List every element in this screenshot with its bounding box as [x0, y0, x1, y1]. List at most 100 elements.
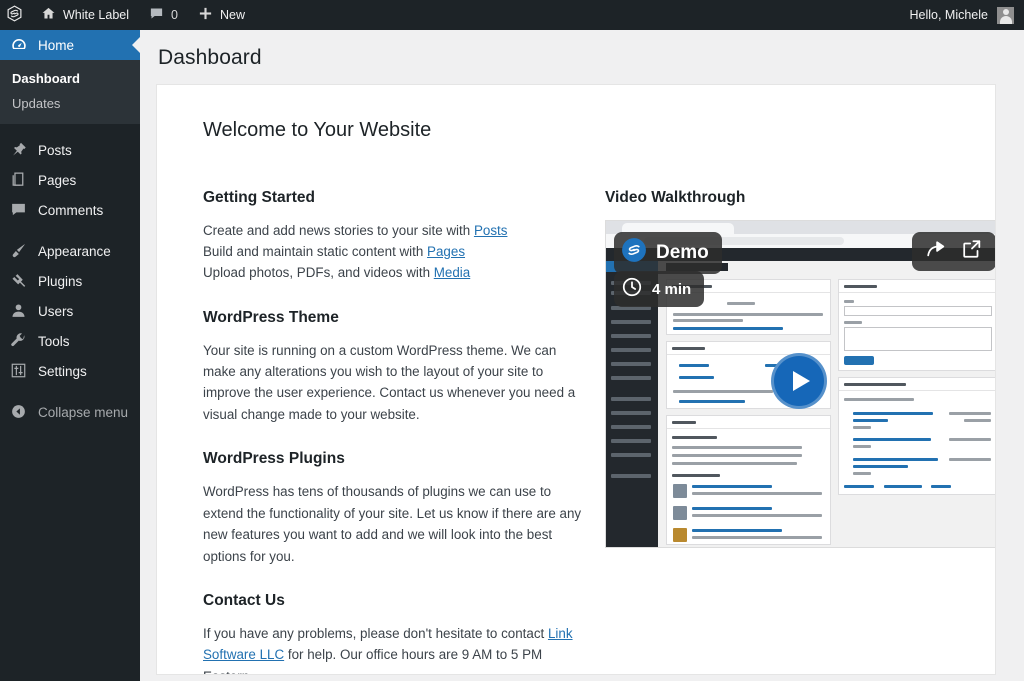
- video-thumb-text: [692, 514, 822, 517]
- video-thumb-text: [949, 412, 991, 415]
- sliders-icon: [10, 362, 28, 380]
- video-thumb-sidebar-row: [611, 439, 651, 443]
- video-thumb-sidebar-row: [611, 320, 651, 324]
- getting-started-line: Create and add news stories to your site…: [203, 220, 583, 241]
- account-menu-button[interactable]: Hello, Michele: [899, 0, 1024, 30]
- sidebar-item-label: Users: [38, 303, 74, 319]
- video-thumb-text: [679, 400, 745, 403]
- sidebar-item-comments[interactable]: Comments: [0, 195, 140, 225]
- main-content: Dashboard Welcome to Your Website Gettin…: [140, 30, 1024, 681]
- welcome-heading: Welcome to Your Website: [203, 119, 432, 141]
- video-thumb-text: [844, 285, 877, 288]
- pages-link[interactable]: Pages: [427, 244, 465, 259]
- video-thumb-text: [672, 347, 705, 350]
- contact-body: If you have any problems, please don't h…: [203, 623, 583, 674]
- video-thumb-sidebar-row: [611, 362, 651, 366]
- sidebar-separator: [0, 225, 140, 236]
- video-thumb-text: [673, 390, 773, 393]
- sidebar-separator: [0, 124, 140, 135]
- video-thumb-text: [844, 300, 854, 303]
- sidebar-submenu-home: Dashboard Updates: [0, 60, 140, 124]
- video-duration-label: 4 min: [652, 280, 692, 298]
- video-thumb-text: [692, 536, 822, 539]
- sidebar-item-tools[interactable]: Tools: [0, 326, 140, 356]
- new-content-label: New: [219, 8, 245, 22]
- video-thumb-text: [692, 507, 772, 510]
- home-icon: [41, 6, 56, 24]
- comment-bubble-icon: [149, 6, 164, 24]
- video-walkthrough-heading: Video Walkthrough: [605, 189, 746, 206]
- video-thumb-text: [853, 445, 871, 448]
- new-content-button[interactable]: New: [188, 0, 255, 30]
- plugins-heading: WordPress Plugins: [203, 450, 345, 468]
- video-thumb-text: [692, 492, 822, 495]
- sidebar-item-plugins[interactable]: Plugins: [0, 266, 140, 296]
- video-thumb-avatar: [673, 506, 687, 520]
- video-thumb-sidebar-row: [611, 411, 651, 415]
- video-thumb-text: [853, 419, 888, 422]
- video-thumb-text: [727, 302, 755, 305]
- sidebar-item-pages[interactable]: Pages: [0, 165, 140, 195]
- video-duration-badge: 4 min: [614, 271, 705, 307]
- video-thumb-text: [844, 485, 874, 488]
- paintbrush-icon: [10, 242, 28, 260]
- video-thumb-text: [853, 412, 933, 415]
- sidebar-item-label: Appearance: [38, 243, 111, 259]
- page-title: Dashboard: [158, 46, 262, 69]
- user-avatar-icon: [997, 6, 1014, 24]
- line-text: Create and add news stories to your site…: [203, 223, 474, 238]
- left-column: Getting Started Create and add news stor…: [203, 189, 583, 674]
- sidebar-item-home[interactable]: Home: [0, 30, 140, 60]
- video-thumb-sidebar-row: [611, 474, 651, 478]
- clock-icon: [621, 276, 643, 302]
- video-thumb-text: [844, 383, 906, 386]
- share-arrow-icon[interactable]: [925, 238, 947, 265]
- video-actions-bar: [912, 232, 995, 271]
- video-thumb-text: [672, 421, 696, 424]
- video-thumb-text: [949, 438, 991, 441]
- video-thumb-text: [853, 465, 908, 468]
- pin-icon: [10, 141, 28, 159]
- site-name-button[interactable]: White Label: [31, 0, 139, 30]
- video-thumb-sidebar-row: [611, 453, 651, 457]
- wordpress-logo-button[interactable]: [0, 0, 31, 30]
- video-thumb-text: [672, 454, 802, 457]
- sidebar-subitem-updates[interactable]: Updates: [0, 91, 140, 116]
- video-thumb-text: [673, 327, 783, 330]
- dashboard-card: Welcome to Your Website Getting Started …: [156, 84, 996, 675]
- sidebar-item-appearance[interactable]: Appearance: [0, 236, 140, 266]
- dashboard-gauge-icon: [10, 36, 28, 54]
- sidebar-separator: [0, 386, 140, 397]
- sidebar-item-label: Home: [38, 37, 75, 53]
- video-thumb-text: [884, 485, 922, 488]
- video-player[interactable]: Demo 4 min: [605, 220, 995, 548]
- video-thumb-avatar: [673, 528, 687, 542]
- collapse-menu-button[interactable]: Collapse menu: [0, 397, 140, 427]
- theme-heading: WordPress Theme: [203, 308, 339, 326]
- video-thumb-text: [931, 485, 951, 488]
- posts-link[interactable]: Posts: [474, 223, 508, 238]
- video-thumb-panel-quick-draft: [838, 279, 995, 371]
- video-thumb-text: [949, 458, 991, 461]
- sidebar-item-label: Comments: [38, 202, 104, 218]
- video-thumb-sidebar-row: [611, 397, 651, 401]
- comment-bubble-icon: [10, 201, 28, 219]
- comments-count: 0: [171, 8, 178, 22]
- sidebar-item-users[interactable]: Users: [0, 296, 140, 326]
- video-thumb-text: [672, 446, 802, 449]
- sidebar-item-posts[interactable]: Posts: [0, 135, 140, 165]
- video-thumb-text: [844, 398, 914, 401]
- video-thumb-panel-events-news: [838, 377, 995, 495]
- getting-started-line: Upload photos, PDFs, and videos with Med…: [203, 262, 583, 283]
- line-text: Upload photos, PDFs, and videos with: [203, 265, 434, 281]
- play-triangle-icon[interactable]: [771, 353, 827, 409]
- video-demo-label: Demo: [656, 242, 709, 263]
- video-thumb-text: [853, 472, 871, 475]
- comments-button[interactable]: 0: [139, 0, 188, 30]
- video-thumb-avatar: [673, 484, 687, 498]
- sidebar-subitem-dashboard[interactable]: Dashboard: [0, 66, 140, 91]
- media-link[interactable]: Media: [434, 265, 470, 280]
- sidebar-item-settings[interactable]: Settings: [0, 356, 140, 386]
- external-link-icon[interactable]: [961, 238, 983, 265]
- admin-sidebar: Home Dashboard Updates Posts Pages Comme: [0, 30, 140, 681]
